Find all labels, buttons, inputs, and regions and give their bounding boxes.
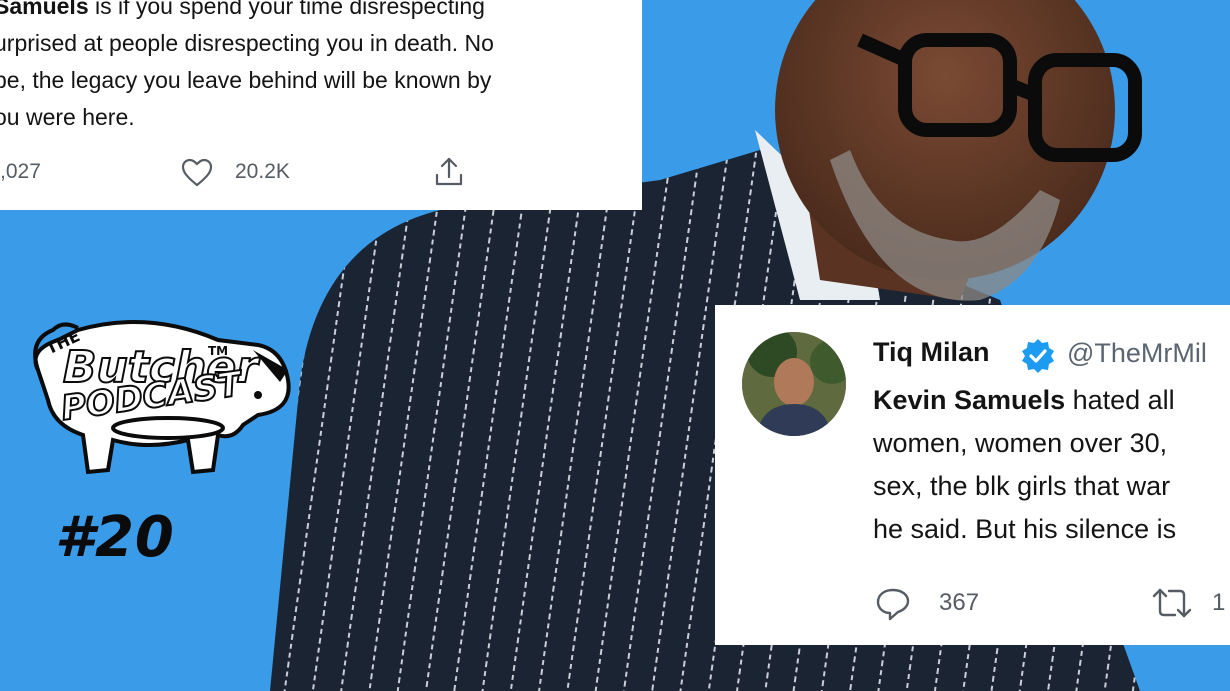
logo-text-small: TM (208, 344, 228, 358)
tweet-line: urprised at people disrespecting you in … (0, 30, 494, 56)
tweet-mention: Kevin Samuels (873, 385, 1066, 415)
user-name[interactable]: Tiq Milan (873, 337, 990, 368)
tweet-line: women, women over 30, (873, 428, 1168, 458)
retweet-icon[interactable] (1151, 587, 1193, 619)
tweet-line: be, the legacy you leave behind will be … (0, 67, 492, 93)
tweet-line: ou were here. (0, 104, 135, 130)
like-count: 20.2K (235, 160, 290, 183)
retweet-count: ,027 (0, 160, 41, 183)
tweet-text: Samuels is if you spend your time disres… (0, 0, 634, 136)
verified-badge-icon (1022, 339, 1054, 373)
user-handle[interactable]: @TheMrMil (1067, 338, 1207, 369)
reply-icon[interactable] (875, 587, 911, 621)
episode-number: #20 (55, 505, 175, 570)
reply-count: 367 (939, 589, 980, 616)
retweet-count: 1 (1212, 589, 1226, 616)
tweet-actions: ,027 20.2K (0, 152, 642, 192)
share-icon[interactable] (433, 156, 465, 188)
tweet-card-bottom[interactable]: Tiq Milan @TheMrMil Kevin Samuels hated … (715, 305, 1230, 645)
podcast-logo: THE Butcher PODCAST TM (33, 320, 291, 475)
avatar[interactable] (742, 332, 846, 436)
tweet-mention: Samuels (0, 0, 89, 19)
tweet-line: he said. But his silence is (873, 514, 1177, 544)
tweet-line: hated all (1065, 385, 1175, 415)
tweet-card-top[interactable]: Samuels is if you spend your time disres… (0, 0, 642, 210)
tweet-actions: 367 1 (715, 581, 1230, 625)
tweet-text: Kevin Samuels hated all women, women ove… (873, 379, 1230, 551)
tweet-line: sex, the blk girls that war (873, 471, 1171, 501)
heart-icon[interactable] (181, 158, 213, 188)
tweet-line: is if you spend your time disrespecting (88, 0, 485, 19)
